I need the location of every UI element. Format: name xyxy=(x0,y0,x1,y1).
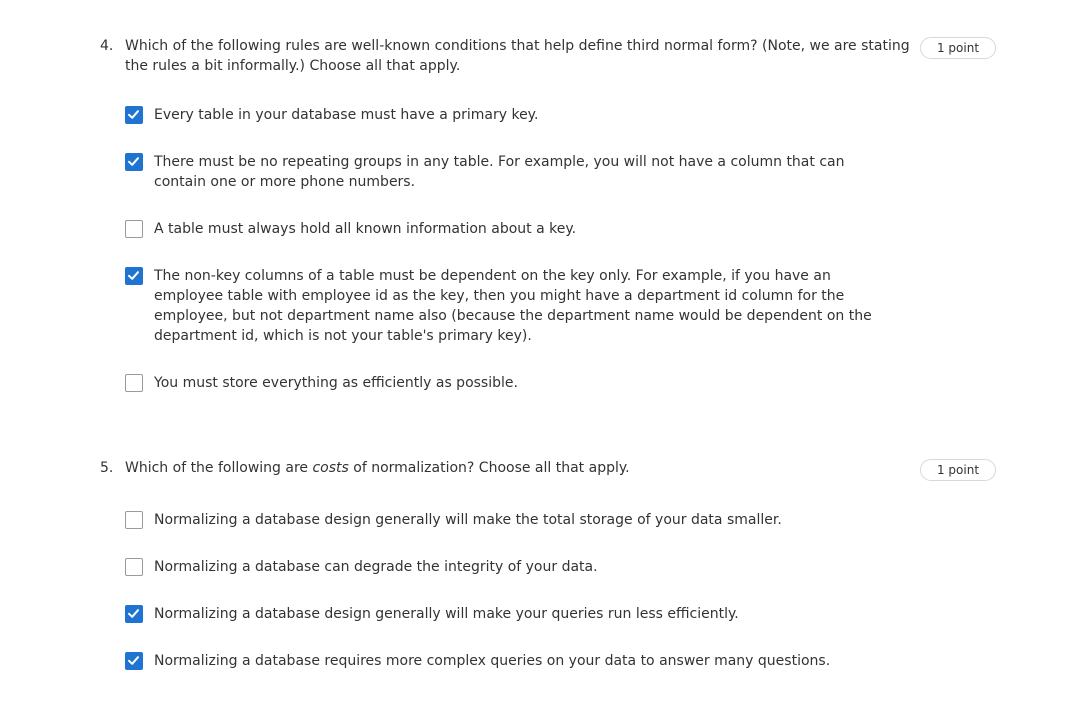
option-label: Normalizing a database design generally … xyxy=(154,606,739,622)
option-label: Normalizing a database design generally … xyxy=(154,512,782,528)
checkmark-icon xyxy=(128,157,139,166)
checkbox-unchecked[interactable] xyxy=(125,558,143,576)
option-label: There must be no repeating groups in any… xyxy=(154,154,845,190)
option-label: The non-key columns of a table must be d… xyxy=(154,268,872,344)
checkbox-checked[interactable] xyxy=(125,605,143,623)
checkmark-icon xyxy=(128,110,139,119)
points-badge: 1 point xyxy=(920,459,996,481)
question-text-end: of normalization? Choose all that apply. xyxy=(348,460,630,476)
question-text: Which of the following are costs of norm… xyxy=(125,458,920,478)
points-badge: 1 point xyxy=(920,37,996,59)
checkbox-checked[interactable] xyxy=(125,106,143,124)
checkbox-checked[interactable] xyxy=(125,652,143,670)
question-number: 5. xyxy=(100,460,114,476)
option-label: You must store everything as efficiently… xyxy=(154,375,518,391)
option-label: Normalizing a database can degrade the i… xyxy=(154,559,598,575)
question-text-start: Which of the following are xyxy=(125,460,313,476)
option-label: A table must always hold all known infor… xyxy=(154,221,577,237)
checkbox-checked[interactable] xyxy=(125,267,143,285)
checkmark-icon xyxy=(128,609,139,618)
checkmark-icon xyxy=(128,656,139,665)
checkbox-checked[interactable] xyxy=(125,153,143,171)
option-label: Normalizing a database requires more com… xyxy=(154,653,831,669)
checkbox-unchecked[interactable] xyxy=(125,511,143,529)
question-text: Which of the following rules are well-kn… xyxy=(125,38,910,74)
question-text-emphasis: costs xyxy=(312,460,349,476)
checkbox-unchecked[interactable] xyxy=(125,374,143,392)
option-label: Every table in your database must have a… xyxy=(154,107,539,123)
checkmark-icon xyxy=(128,271,139,280)
checkbox-unchecked[interactable] xyxy=(125,220,143,238)
question-number: 4. xyxy=(100,38,114,54)
